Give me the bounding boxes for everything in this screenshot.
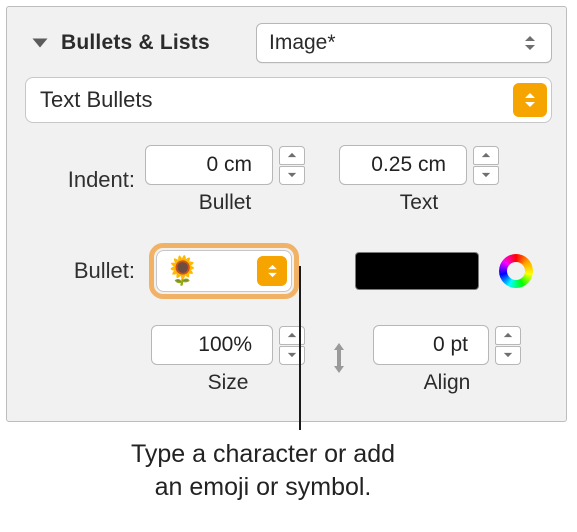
callout-caption: Type a character or add an emoji or symb… bbox=[98, 438, 428, 504]
bullet-size-field[interactable]: 100% bbox=[151, 325, 273, 365]
chevrons-up-down-icon bbox=[513, 83, 547, 117]
list-style-popup[interactable]: Image* bbox=[256, 23, 552, 63]
bullet-glyph: 🌻 bbox=[165, 257, 200, 285]
bullet-type-value: Text Bullets bbox=[40, 87, 153, 113]
section-title: Bullets & Lists bbox=[61, 31, 210, 55]
bullet-size-stepper[interactable] bbox=[279, 326, 305, 365]
text-indent-field[interactable]: 0.25 cm bbox=[339, 145, 467, 185]
disclosure-triangle-icon[interactable] bbox=[31, 34, 49, 52]
text-indent-sublabel: Text bbox=[400, 191, 439, 215]
chevron-up-icon[interactable] bbox=[495, 326, 521, 345]
chevron-down-icon[interactable] bbox=[279, 166, 305, 185]
list-style-value: Image* bbox=[269, 31, 336, 55]
chevron-down-icon[interactable] bbox=[473, 166, 499, 185]
color-wheel-icon[interactable] bbox=[499, 254, 533, 288]
chevron-up-icon[interactable] bbox=[473, 146, 499, 165]
bullet-align-stepper[interactable] bbox=[495, 326, 521, 365]
indent-label: Indent: bbox=[59, 167, 135, 193]
text-indent-stepper[interactable] bbox=[473, 146, 499, 185]
bullet-character-highlight: 🌻 bbox=[149, 243, 299, 299]
vertical-align-lock-icon bbox=[329, 341, 349, 381]
bullet-color-swatch[interactable] bbox=[355, 252, 479, 290]
bullet-label: Bullet: bbox=[47, 258, 135, 284]
bullet-indent-stepper[interactable] bbox=[279, 146, 305, 185]
chevron-down-icon[interactable] bbox=[495, 346, 521, 365]
bullet-type-popup[interactable]: Text Bullets bbox=[25, 77, 552, 123]
align-sublabel: Align bbox=[424, 371, 471, 395]
bullet-character-picker[interactable]: 🌻 bbox=[156, 250, 292, 292]
chevrons-up-down-icon bbox=[257, 256, 287, 286]
size-sublabel: Size bbox=[208, 371, 249, 395]
chevron-down-icon[interactable] bbox=[279, 346, 305, 365]
chevrons-up-down-icon bbox=[521, 35, 539, 51]
chevron-up-icon[interactable] bbox=[279, 146, 305, 165]
bullet-indent-sublabel: Bullet bbox=[199, 191, 252, 215]
bullet-indent-field[interactable]: 0 cm bbox=[145, 145, 273, 185]
bullet-align-field[interactable]: 0 pt bbox=[373, 325, 489, 365]
chevron-up-icon[interactable] bbox=[279, 326, 305, 345]
